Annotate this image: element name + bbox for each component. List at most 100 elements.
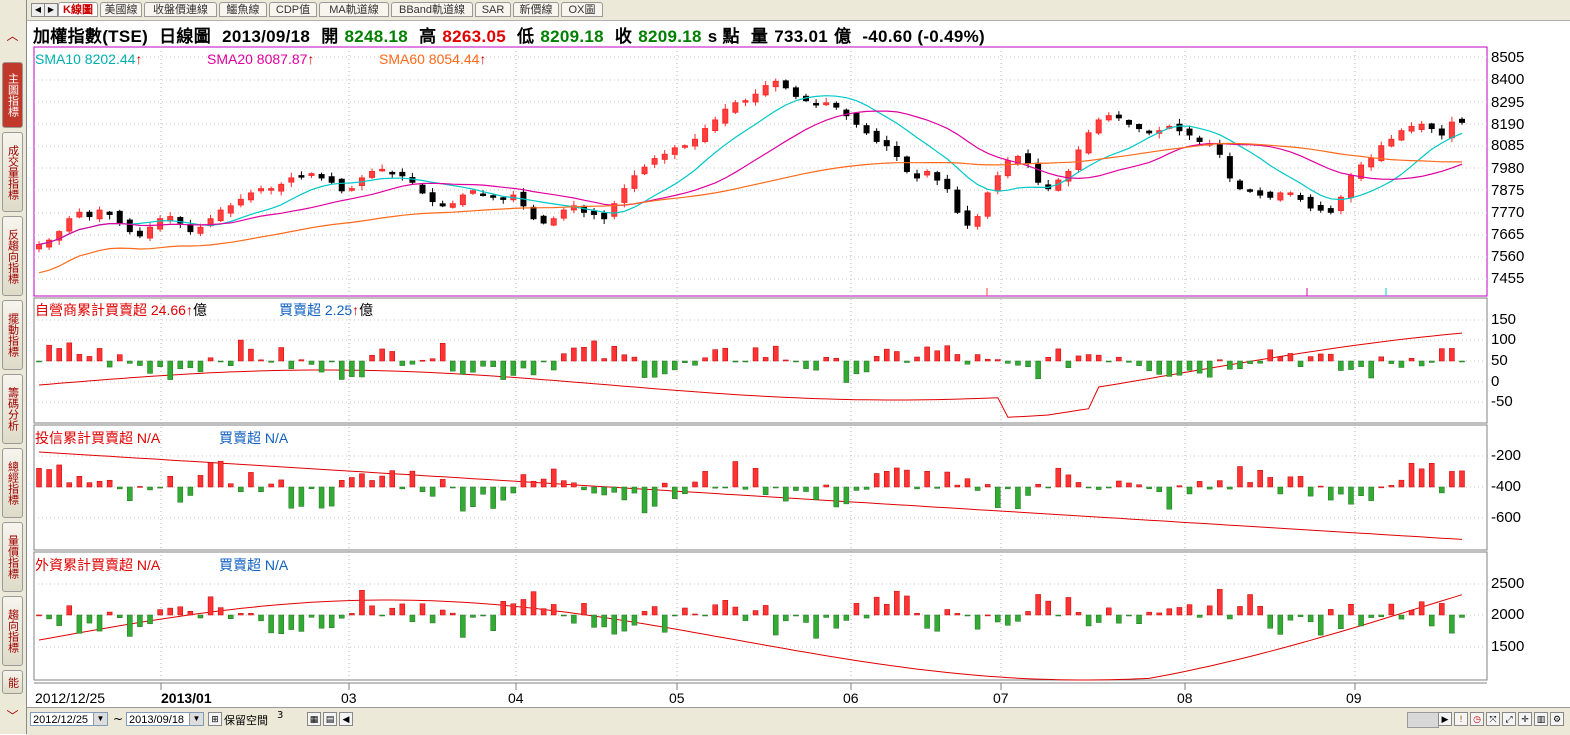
dealer-bar xyxy=(964,360,971,365)
dealer-cumulative-line xyxy=(38,332,1463,418)
dealer-bar xyxy=(611,346,618,362)
dealer-bar xyxy=(1378,356,1385,362)
scroll-left-icon[interactable]: ◀ xyxy=(339,712,353,726)
foreign-net-value: N/A xyxy=(264,557,289,573)
foreign-bar xyxy=(470,614,476,618)
y-tick-main: 8295 xyxy=(1491,94,1525,111)
foreign-bar xyxy=(621,614,628,632)
chart-icon[interactable]: ▥ xyxy=(1534,712,1548,726)
candle-body xyxy=(883,140,890,147)
dealer-bar xyxy=(86,356,93,362)
trust-bar xyxy=(964,478,971,488)
trust-bar xyxy=(46,469,52,488)
dealer-bar xyxy=(722,347,729,362)
candle-body xyxy=(712,119,719,132)
trust-bar xyxy=(732,461,739,488)
calc-icon[interactable]: ▤ xyxy=(323,712,337,726)
trust-bar xyxy=(1126,482,1132,488)
foreign-bar xyxy=(1136,614,1142,624)
candle-body xyxy=(459,194,466,206)
candle-body xyxy=(298,175,305,178)
trust-bar xyxy=(1328,486,1334,501)
candle-body xyxy=(914,173,921,179)
foreign-bar xyxy=(238,613,244,616)
dealer-bar xyxy=(1287,353,1294,362)
foreign-bar xyxy=(914,612,920,616)
trust-bar xyxy=(106,479,113,488)
crosshair-icon[interactable]: ✛ xyxy=(1518,712,1532,726)
dealer-bar xyxy=(228,360,234,366)
zoom-in-icon[interactable]: ⤢ xyxy=(1502,712,1516,726)
chevron-down-icon[interactable]: ▼ xyxy=(93,713,107,725)
dealer-bar xyxy=(984,358,991,362)
scroll-right-icon[interactable]: ▶ xyxy=(1438,712,1452,726)
candle-body xyxy=(540,215,547,224)
trust-bar xyxy=(641,486,648,514)
foreign-bar xyxy=(1267,614,1273,629)
foreign-bar xyxy=(1358,614,1364,627)
candle-body xyxy=(1257,190,1264,196)
foreign-bar xyxy=(96,614,103,632)
foreign-bar xyxy=(561,614,567,617)
foreign-bar xyxy=(1116,614,1122,624)
candle-body xyxy=(924,171,931,176)
dealer-bar xyxy=(106,360,113,368)
foreign-bar xyxy=(904,595,910,616)
horizontal-scrollbar[interactable] xyxy=(1407,712,1439,728)
end-date-select[interactable]: 2013/09/18 ▼ xyxy=(126,712,204,726)
candle-body xyxy=(308,173,315,176)
foreign-bar xyxy=(328,614,335,629)
dealer-net-unit: 億 xyxy=(359,302,374,318)
warning-icon[interactable]: ! xyxy=(1454,712,1468,726)
trust-bar xyxy=(1176,485,1183,488)
zoom-out-icon[interactable]: ⤧ xyxy=(1486,712,1500,726)
foreign-bar xyxy=(217,607,224,616)
y-tick-dealer: 50 xyxy=(1491,352,1508,369)
start-date-select[interactable]: 2012/12/25 ▼ xyxy=(30,712,108,726)
dealer-unit: 億 xyxy=(192,302,207,318)
trust-bar xyxy=(1206,486,1213,490)
foreign-bar xyxy=(46,614,52,620)
y-tick-foreign: 1500 xyxy=(1491,638,1525,655)
trust-bar xyxy=(843,486,850,505)
candle-body xyxy=(1125,119,1132,125)
trust-bar xyxy=(863,486,870,490)
chevron-down-icon[interactable]: ▼ xyxy=(189,713,203,725)
candle-body xyxy=(591,210,598,215)
candle-body xyxy=(369,171,376,178)
candle-body xyxy=(752,93,759,103)
candle-body xyxy=(126,219,133,233)
dealer-bar xyxy=(813,360,819,371)
foreign-bar xyxy=(1075,612,1082,616)
sma10-text: SMA10 8202.44 xyxy=(35,51,136,67)
trust-bar xyxy=(217,460,224,488)
clock-icon[interactable]: ◷ xyxy=(1470,712,1484,726)
dealer-bar xyxy=(1176,360,1183,376)
dealer-bar xyxy=(1065,360,1072,368)
dealer-bar xyxy=(1418,360,1425,367)
trust-bar xyxy=(793,486,799,491)
dealer-bar xyxy=(217,360,224,363)
candle-body xyxy=(641,166,648,175)
dealer-bar xyxy=(944,345,951,362)
trust-bar xyxy=(76,476,83,488)
foreign-bar xyxy=(399,603,406,616)
dealer-label: 自營商累計買賣超 xyxy=(35,302,147,318)
foreign-bar xyxy=(1328,609,1334,616)
candle-body xyxy=(1317,204,1324,211)
dealer-bar xyxy=(429,358,436,362)
candle-body xyxy=(903,156,910,173)
chart-canvas[interactable] xyxy=(0,0,1570,734)
trust-bar xyxy=(258,486,264,493)
trust-bar xyxy=(944,471,951,488)
candle-body xyxy=(318,174,325,179)
trust-bar xyxy=(177,486,184,503)
dealer-bar xyxy=(621,354,628,362)
settings-icon[interactable]: ⚙ xyxy=(1550,712,1564,726)
grid-icon[interactable]: ▦ xyxy=(307,712,321,726)
query-icon[interactable]: ⊞ xyxy=(208,712,222,726)
y-tick-trust: -200 xyxy=(1491,447,1522,464)
foreign-bar xyxy=(127,614,133,637)
trust-bar xyxy=(86,482,93,488)
candle-body xyxy=(823,102,830,106)
